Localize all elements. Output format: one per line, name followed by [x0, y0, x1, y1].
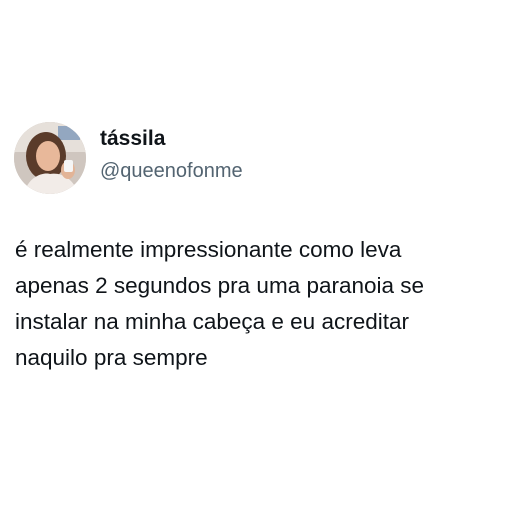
tweet-text-line: instalar na minha cabeça e eu acreditar: [15, 309, 409, 334]
author-identity: tássila @queenofonme: [100, 126, 243, 184]
avatar[interactable]: [14, 122, 86, 194]
tweet-header: tássila @queenofonme: [14, 122, 243, 194]
tweet-text: é realmente impressionante como leva ape…: [15, 232, 505, 376]
tweet-card: tássila @queenofonme é realmente impress…: [0, 0, 512, 512]
author-display-name[interactable]: tássila: [100, 126, 243, 152]
tweet-text-line: apenas 2 segundos pra uma paranoia se: [15, 273, 425, 298]
tweet-text-line: naquilo pra sempre: [15, 345, 208, 370]
tweet-text-line: é realmente impressionante como leva: [15, 237, 402, 262]
avatar-photo-icon: [14, 122, 86, 194]
author-handle[interactable]: @queenofonme: [100, 158, 243, 184]
